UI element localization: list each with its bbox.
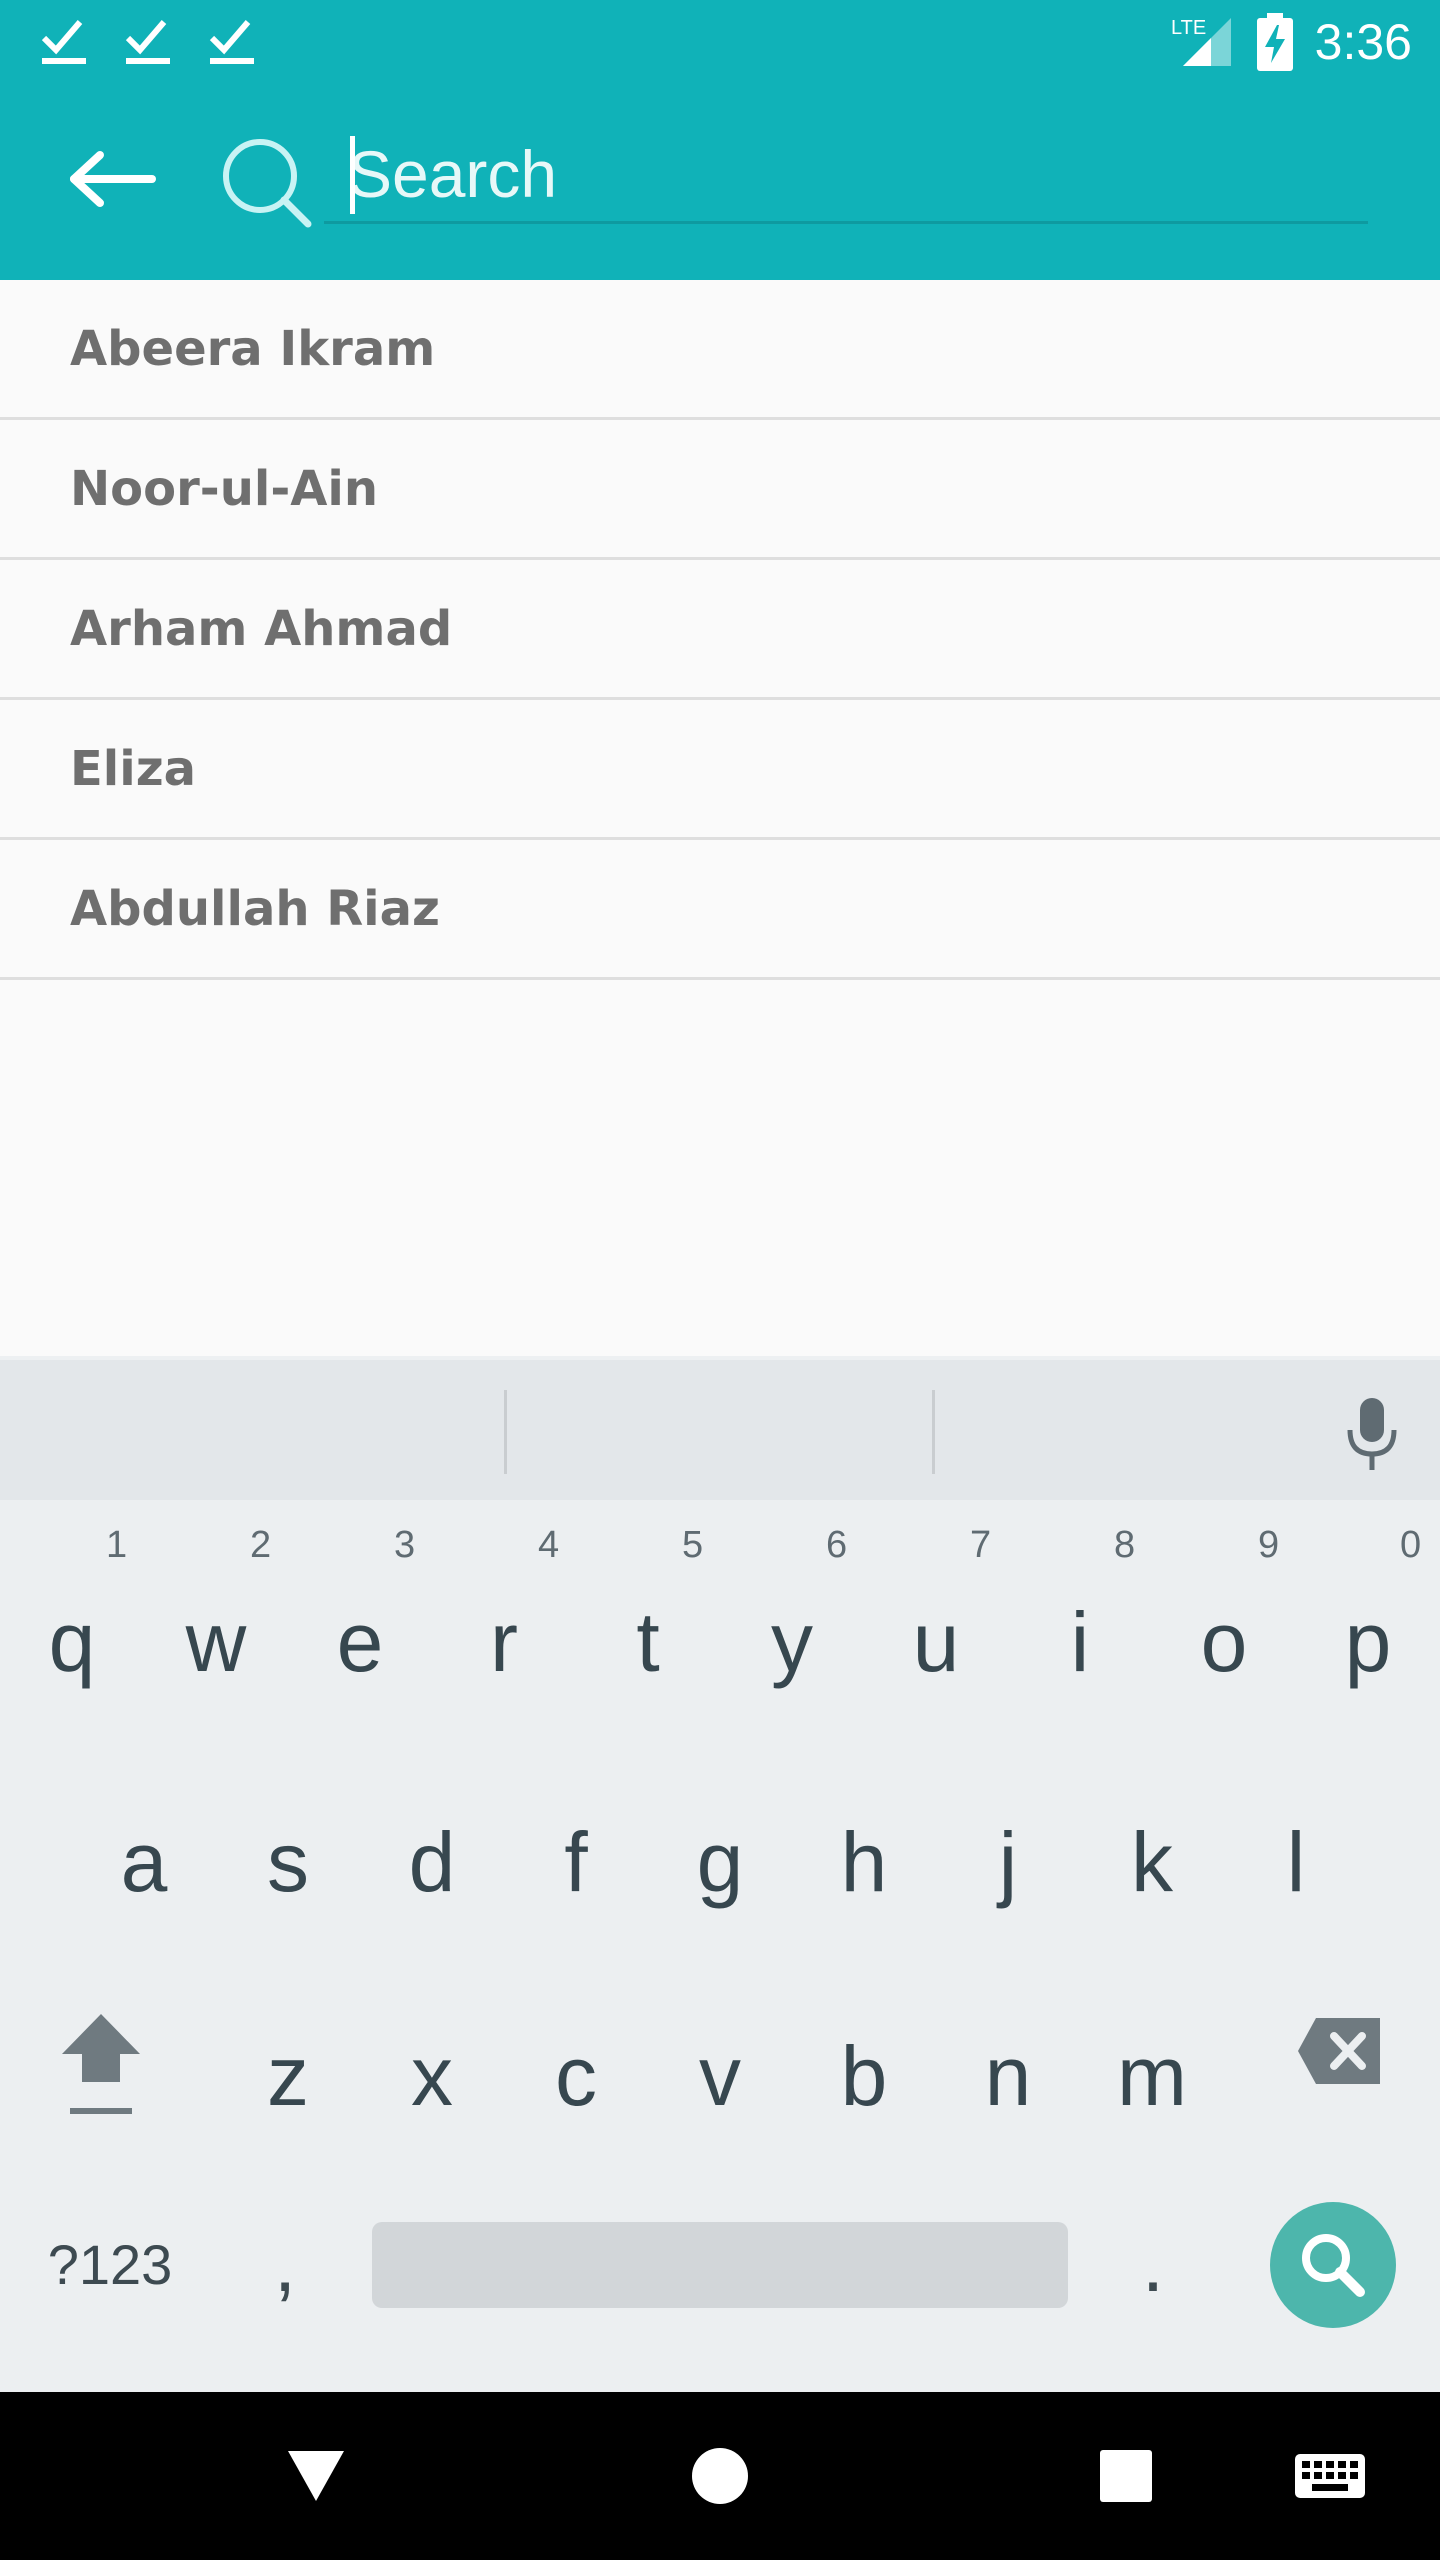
status-icons: LTE 3:36 <box>1171 8 1412 76</box>
key-o[interactable]: o <box>1152 1594 1296 1691</box>
text-cursor <box>350 136 355 214</box>
key-l[interactable]: l <box>1224 1814 1368 1911</box>
key-k[interactable]: k <box>1080 1814 1224 1911</box>
key-hint: 0 <box>1400 1524 1422 1566</box>
period-key[interactable]: . <box>1118 2218 1188 2310</box>
key-j[interactable]: j <box>936 1814 1080 1911</box>
key-q[interactable]: q <box>0 1594 144 1691</box>
svg-text:LTE: LTE <box>1171 17 1206 39</box>
key-hint: 2 <box>250 1524 272 1566</box>
key-hint: 8 <box>1114 1524 1136 1566</box>
recents-square-icon <box>1100 2450 1152 2502</box>
status-bar: LTE 3:36 <box>0 0 1440 84</box>
search-app-bar <box>0 84 1440 280</box>
suggestion-strip <box>0 1356 1440 1500</box>
list-item[interactable]: Arham Ahmad <box>0 560 1440 700</box>
key-e[interactable]: e <box>288 1594 432 1691</box>
back-button[interactable] <box>56 134 166 224</box>
suggestion-divider <box>932 1390 935 1474</box>
key-hint: 3 <box>394 1524 416 1566</box>
results-list: Abeera Ikram Noor-ul-Ain Arham Ahmad Eli… <box>0 280 1440 980</box>
list-item[interactable]: Eliza <box>0 700 1440 840</box>
backspace-icon[interactable] <box>1296 2016 1384 2086</box>
top-bar: LTE 3:36 <box>0 0 1440 280</box>
lte-signal-icon: LTE <box>1171 17 1231 66</box>
comma-key[interactable]: , <box>250 2218 320 2310</box>
microphone-icon[interactable] <box>1342 1396 1402 1476</box>
symbols-key[interactable]: ?123 <box>30 2232 190 2297</box>
nav-back-button[interactable] <box>272 2432 360 2520</box>
key-n[interactable]: n <box>936 2028 1080 2125</box>
search-input[interactable] <box>348 124 1348 224</box>
list-item[interactable]: Abeera Ikram <box>0 280 1440 420</box>
nav-home-button[interactable] <box>676 2432 764 2520</box>
key-a[interactable]: a <box>72 1814 216 1911</box>
soft-keyboard: q 1 w 2 e 3 r 4 t 5 y 6 u 7 i 8 o 9 p 0 … <box>0 1356 1440 2392</box>
shift-icon[interactable] <box>56 2008 146 2118</box>
home-circle-icon <box>692 2448 748 2504</box>
key-p[interactable]: p <box>1296 1594 1440 1691</box>
key-hint: 1 <box>106 1524 128 1566</box>
key-f[interactable]: f <box>504 1814 648 1911</box>
key-m[interactable]: m <box>1080 2028 1224 2125</box>
search-field <box>324 124 1368 224</box>
list-item[interactable]: Noor-ul-Ain <box>0 420 1440 560</box>
key-hint: 4 <box>538 1524 560 1566</box>
key-hint: 6 <box>826 1524 848 1566</box>
list-item[interactable]: Abdullah Riaz <box>0 840 1440 980</box>
key-z[interactable]: z <box>216 2028 360 2125</box>
space-bar[interactable] <box>372 2222 1068 2308</box>
key-g[interactable]: g <box>648 1814 792 1911</box>
back-triangle-icon <box>288 2451 344 2501</box>
key-t[interactable]: t <box>576 1594 720 1691</box>
key-x[interactable]: x <box>360 2028 504 2125</box>
key-hint: 9 <box>1258 1524 1280 1566</box>
key-v[interactable]: v <box>648 2028 792 2125</box>
navigation-bar <box>0 2392 1440 2560</box>
key-c[interactable]: c <box>504 2028 648 2125</box>
suggestion-divider <box>504 1390 507 1474</box>
key-w[interactable]: w <box>144 1594 288 1691</box>
keyboard-icon <box>1295 2454 1365 2498</box>
key-u[interactable]: u <box>864 1594 1008 1691</box>
key-d[interactable]: d <box>360 1814 504 1911</box>
search-action-button[interactable] <box>1270 2202 1396 2328</box>
key-hint: 7 <box>970 1524 992 1566</box>
check-icon <box>41 20 86 64</box>
back-arrow-icon <box>70 151 156 207</box>
key-h[interactable]: h <box>792 1814 936 1911</box>
key-i[interactable]: i <box>1008 1594 1152 1691</box>
key-hint: 5 <box>682 1524 704 1566</box>
search-icon <box>1302 2234 1365 2297</box>
keyboard-switch-button[interactable] <box>1290 2432 1370 2520</box>
status-time: 3:36 <box>1314 14 1412 70</box>
key-b[interactable]: b <box>792 2028 936 2125</box>
nav-recents-button[interactable] <box>1082 2432 1170 2520</box>
key-s[interactable]: s <box>216 1814 360 1911</box>
key-y[interactable]: y <box>720 1594 864 1691</box>
check-icon <box>209 20 254 64</box>
search-icon <box>223 139 312 228</box>
battery-charging-icon <box>1256 13 1293 71</box>
key-r[interactable]: r <box>432 1594 576 1691</box>
check-icon <box>125 20 170 64</box>
